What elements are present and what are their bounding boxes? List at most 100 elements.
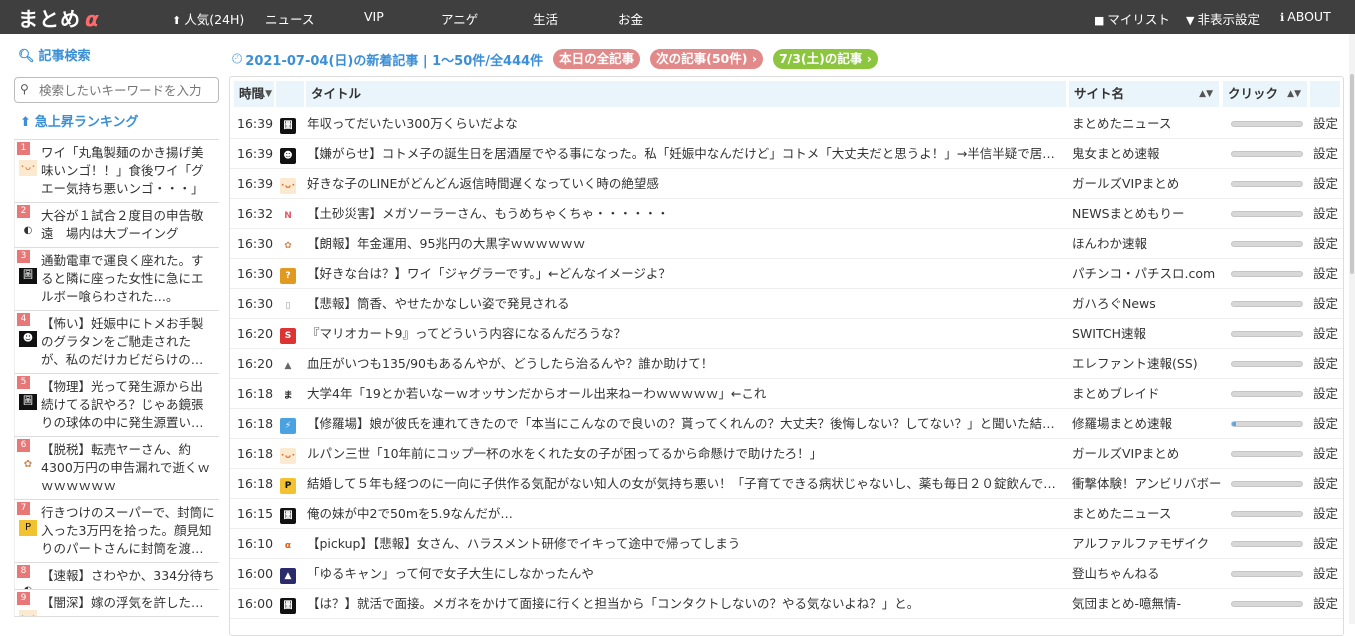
ranking-item[interactable]: 1 ･ᴗ･ ワイ「丸亀製麺のかき揚げ美味いンゴ！！」食後ワイ「グエー気持ち悪いンゴ・… — [14, 140, 219, 203]
table-row[interactable]: 16:39 ☻ 【嫌がらせ】コトメ子の誕生日を居酒屋でやる事になった。私「妊娠中なん… — [230, 139, 1343, 169]
ranking-item[interactable]: 9 ･ᴗ･ 【闇深】嫁の浮気を許した結果 — [14, 590, 219, 617]
ranking-item[interactable]: 7 P 行きつけのスーパーで、封筒に入った3万円を拾った。顔見知りのパートさんに封筒… — [14, 500, 219, 563]
row-settings-link[interactable]: 設定 — [1313, 559, 1343, 589]
article-title-link[interactable]: 【pickup】【悲報】女さん、ハラスメント研修でイキって途中で帰ってしまう — [307, 529, 1062, 559]
column-site[interactable]: サイト名 ▲▼ — [1069, 81, 1219, 107]
site-name-link[interactable]: ガールズVIPまとめ — [1072, 169, 1222, 199]
row-settings-link[interactable]: 設定 — [1313, 439, 1343, 469]
row-settings-link[interactable]: 設定 — [1313, 199, 1343, 229]
all-today-articles-button[interactable]: 本日の全記事 — [553, 49, 641, 69]
nav-life[interactable]: 生活 — [533, 9, 558, 28]
table-row[interactable]: 16:00 ▲ 「ゆるキャン」って何で女子大生にしなかったんや 登山ちゃんねる 設定 — [230, 559, 1343, 589]
row-settings-link[interactable]: 設定 — [1313, 139, 1343, 169]
table-row[interactable]: 16:30 ▯ 【悲報】筒香、やせたかなしい姿で発見される ガハろぐNews 設定 — [230, 289, 1343, 319]
ranking-item[interactable]: 5 圖【物理】光って発生源から出続けてる訳やろ？じゃあ鏡張りの球体の中に発生源置い… — [14, 374, 219, 437]
next-articles-button[interactable]: 次の記事(50件) › — [650, 49, 763, 69]
table-row[interactable]: 16:18 ⚡ 【修羅場】娘が彼氏を連れてきたので「本当にこんなので良いの？貰ってく… — [230, 409, 1343, 439]
nav-about[interactable]: ℹ ABOUT — [1280, 9, 1331, 24]
row-settings-link[interactable]: 設定 — [1313, 319, 1343, 349]
article-title-link[interactable]: 【修羅場】娘が彼氏を連れてきたので「本当にこんなので良いの？貰ってくれんの？大丈… — [307, 409, 1062, 439]
article-title-link[interactable]: 大学4年「19とか若いなーｗオッサンだからオール出来ねーわｗｗｗｗｗ」←これ — [307, 379, 1062, 409]
ranking-item[interactable]: 6 ✿ 【脱税】転売ヤーさん、約4300万円の申告漏れで逝くｗｗｗｗｗｗｗ — [14, 437, 219, 500]
table-row[interactable]: 16:20 ▲ 血圧がいつも135/90もあるんやが、どうしたら治るんや？誰か助けて… — [230, 349, 1343, 379]
search-input[interactable] — [39, 81, 215, 99]
site-name-link[interactable]: パチンコ・パチスロ.com — [1072, 259, 1222, 289]
row-settings-link[interactable]: 設定 — [1313, 229, 1343, 259]
table-row[interactable]: 16:15 圖俺の妹が中2で50mを5.9なんだが… まとめたニュース 設定 — [230, 499, 1343, 529]
table-row[interactable]: 16:20 S 『マリオカート9』ってどういう内容になるんだろうな？ SWITCH速報… — [230, 319, 1343, 349]
ranking-item[interactable]: 4 ☻ 【怖い】妊娠中にトメお手製のグラタンをご馳走されたが、私のだけカビだらけのチ… — [14, 311, 219, 374]
article-title-link[interactable]: 血圧がいつも135/90もあるんやが、どうしたら治るんや？誰か助けて！ — [307, 349, 1062, 379]
table-row[interactable]: 16:39 圖年収ってだいたい300万くらいだよな まとめたニュース 設定 — [230, 109, 1343, 139]
site-name-link[interactable]: 修羅場まとめ速報 — [1072, 409, 1222, 439]
row-settings-link[interactable]: 設定 — [1313, 499, 1343, 529]
site-name-link[interactable]: ガールズVIPまとめ — [1072, 439, 1222, 469]
article-title-link[interactable]: 【土砂災害】メガソーラーさん、もうめちゃくちゃ・・・・・・ — [307, 199, 1062, 229]
article-title-link[interactable]: 好きな子のLINEがどんどん返信時間遅くなっていく時の絶望感 — [307, 169, 1062, 199]
article-title-link[interactable]: 「ゆるキャン」って何で女子大生にしなかったんや — [307, 559, 1062, 589]
nav-money[interactable]: お金 — [618, 9, 643, 28]
ranking-item[interactable]: 8 ◐ 【速報】さわやか、334分待ち — [14, 563, 219, 590]
table-row[interactable]: 16:32 N 【土砂災害】メガソーラーさん、もうめちゃくちゃ・・・・・・ NEWSま… — [230, 199, 1343, 229]
page-scrollbar[interactable] — [1349, 34, 1355, 624]
search-box[interactable]: ⚲ — [14, 77, 219, 103]
row-settings-link[interactable]: 設定 — [1313, 169, 1343, 199]
site-name-link[interactable]: エレファント速報(SS) — [1072, 349, 1222, 379]
row-settings-link[interactable]: 設定 — [1313, 109, 1343, 139]
site-name-link[interactable]: SWITCH速報 — [1072, 319, 1222, 349]
row-settings-link[interactable]: 設定 — [1313, 589, 1343, 619]
row-settings-link[interactable]: 設定 — [1313, 259, 1343, 289]
article-title-link[interactable]: 【嫌がらせ】コトメ子の誕生日を居酒屋でやる事になった。私「妊娠中なんだけど」コト… — [307, 139, 1062, 169]
nav-anige[interactable]: アニゲ — [441, 9, 478, 28]
table-row[interactable]: 16:18 ･ᴗ･ ルパン三世「10年前にコップ一杯の水をくれた女の子が困ってるから… — [230, 439, 1343, 469]
site-name-link[interactable]: ほんわか速報 — [1072, 229, 1222, 259]
site-name-link[interactable]: 気団まとめ-噫無情- — [1072, 589, 1222, 619]
row-settings-link[interactable]: 設定 — [1313, 289, 1343, 319]
row-settings-link[interactable]: 設定 — [1313, 379, 1343, 409]
site-logo[interactable]: まとめ α — [18, 3, 100, 32]
site-name-link[interactable]: 衝撃体験！アンビリバボー — [1072, 469, 1222, 499]
table-row[interactable]: 16:39 ･ᴗ･ 好きな子のLINEがどんどん返信時間遅くなっていく時の絶望感 ガー… — [230, 169, 1343, 199]
row-settings-link[interactable]: 設定 — [1313, 529, 1343, 559]
site-name-link[interactable]: まとめたニュース — [1072, 499, 1222, 529]
scrollbar-thumb[interactable] — [1350, 74, 1354, 274]
site-name-link[interactable]: 鬼女まとめ速報 — [1072, 139, 1222, 169]
nav-mylist[interactable]: ■ マイリスト — [1094, 9, 1170, 28]
table-row[interactable]: 16:10 α 【pickup】【悲報】女さん、ハラスメント研修でイキって途中で帰っ… — [230, 529, 1343, 559]
site-name-link[interactable]: まとめたニュース — [1072, 109, 1222, 139]
row-settings-link[interactable]: 設定 — [1313, 469, 1343, 499]
article-time: 16:18 — [237, 476, 274, 491]
nav-hidden-settings[interactable]: ▼ 非表示設定 — [1186, 9, 1260, 28]
nav-popular-24h[interactable]: ⬆ 人気(24H) — [172, 9, 244, 28]
article-title-link[interactable]: 『マリオカート9』ってどういう内容になるんだろうな？ — [307, 319, 1062, 349]
previous-day-articles-button[interactable]: 7/3(土)の記事 › — [772, 49, 878, 69]
nav-news[interactable]: ニュース — [265, 9, 314, 28]
site-name-link[interactable]: 登山ちゃんねる — [1072, 559, 1222, 589]
article-title-link[interactable]: 【は？】就活で面接。メガネをかけて面接に行くと担当から「コンタクトしないの？やる… — [307, 589, 1062, 619]
row-settings-link[interactable]: 設定 — [1313, 349, 1343, 379]
table-row[interactable]: 16:30 ✿ 【朗報】年金運用、95兆円の大黒字ｗｗｗｗｗｗ ほんわか速報 設定 — [230, 229, 1343, 259]
article-title-link[interactable]: 【朗報】年金運用、95兆円の大黒字ｗｗｗｗｗｗ — [307, 229, 1062, 259]
site-name-link[interactable]: NEWSまとめもりー — [1072, 199, 1222, 229]
column-time[interactable]: 時間 ▲▼ — [234, 81, 274, 107]
table-row[interactable]: 16:18 P 結婚して５年も経つのに一向に子供作る気配がない知人の女が気持ち悪い！… — [230, 469, 1343, 499]
site-name-link[interactable]: ガハろぐNews — [1072, 289, 1222, 319]
article-title-link[interactable]: 結婚して５年も経つのに一向に子供作る気配がない知人の女が気持ち悪い！「子育てでき… — [307, 469, 1062, 499]
table-row[interactable]: 16:00 圖【は？】就活で面接。メガネをかけて面接に行くと担当から「コンタクトし… — [230, 589, 1343, 619]
article-title-link[interactable]: 【悲報】筒香、やせたかなしい姿で発見される — [307, 289, 1062, 319]
table-row[interactable]: 16:18 ま大学4年「19とか若いなーｗオッサンだからオール出来ねーわｗｗｗｗｗ… — [230, 379, 1343, 409]
click-progress-bar — [1231, 181, 1303, 187]
article-title-link[interactable]: 年収ってだいたい300万くらいだよな — [307, 109, 1062, 139]
article-title-link[interactable]: 【好きな台は？】ワイ「ジャグラーです。」←どんなイメージよ？ — [307, 259, 1062, 289]
ranking-item[interactable]: 2 ◐ 大谷が１試合２度目の申告敬遠 場内は大ブーイング — [14, 203, 219, 248]
article-title-link[interactable]: ルパン三世「10年前にコップ一杯の水をくれた女の子が困ってるから命懸けで助けたろ… — [307, 439, 1062, 469]
site-name-link[interactable]: アルファルファモザイク — [1072, 529, 1222, 559]
site-name-link[interactable]: まとめブレイド — [1072, 379, 1222, 409]
row-settings-link[interactable]: 設定 — [1313, 409, 1343, 439]
article-title-link[interactable]: 俺の妹が中2で50mを5.9なんだが… — [307, 499, 1062, 529]
table-row[interactable]: 16:30? 【好きな台は？】ワイ「ジャグラーです。」←どんなイメージよ？ パチンコ… — [230, 259, 1343, 289]
click-bar — [1231, 289, 1303, 319]
column-click[interactable]: クリック ▲▼ — [1223, 81, 1307, 107]
ranking-item[interactable]: 3 圖通勤電車で運良く座れた。すると隣に座った女性に急にエルボー喰らわされた…。 — [14, 248, 219, 311]
nav-vip[interactable]: VIP — [364, 9, 384, 24]
